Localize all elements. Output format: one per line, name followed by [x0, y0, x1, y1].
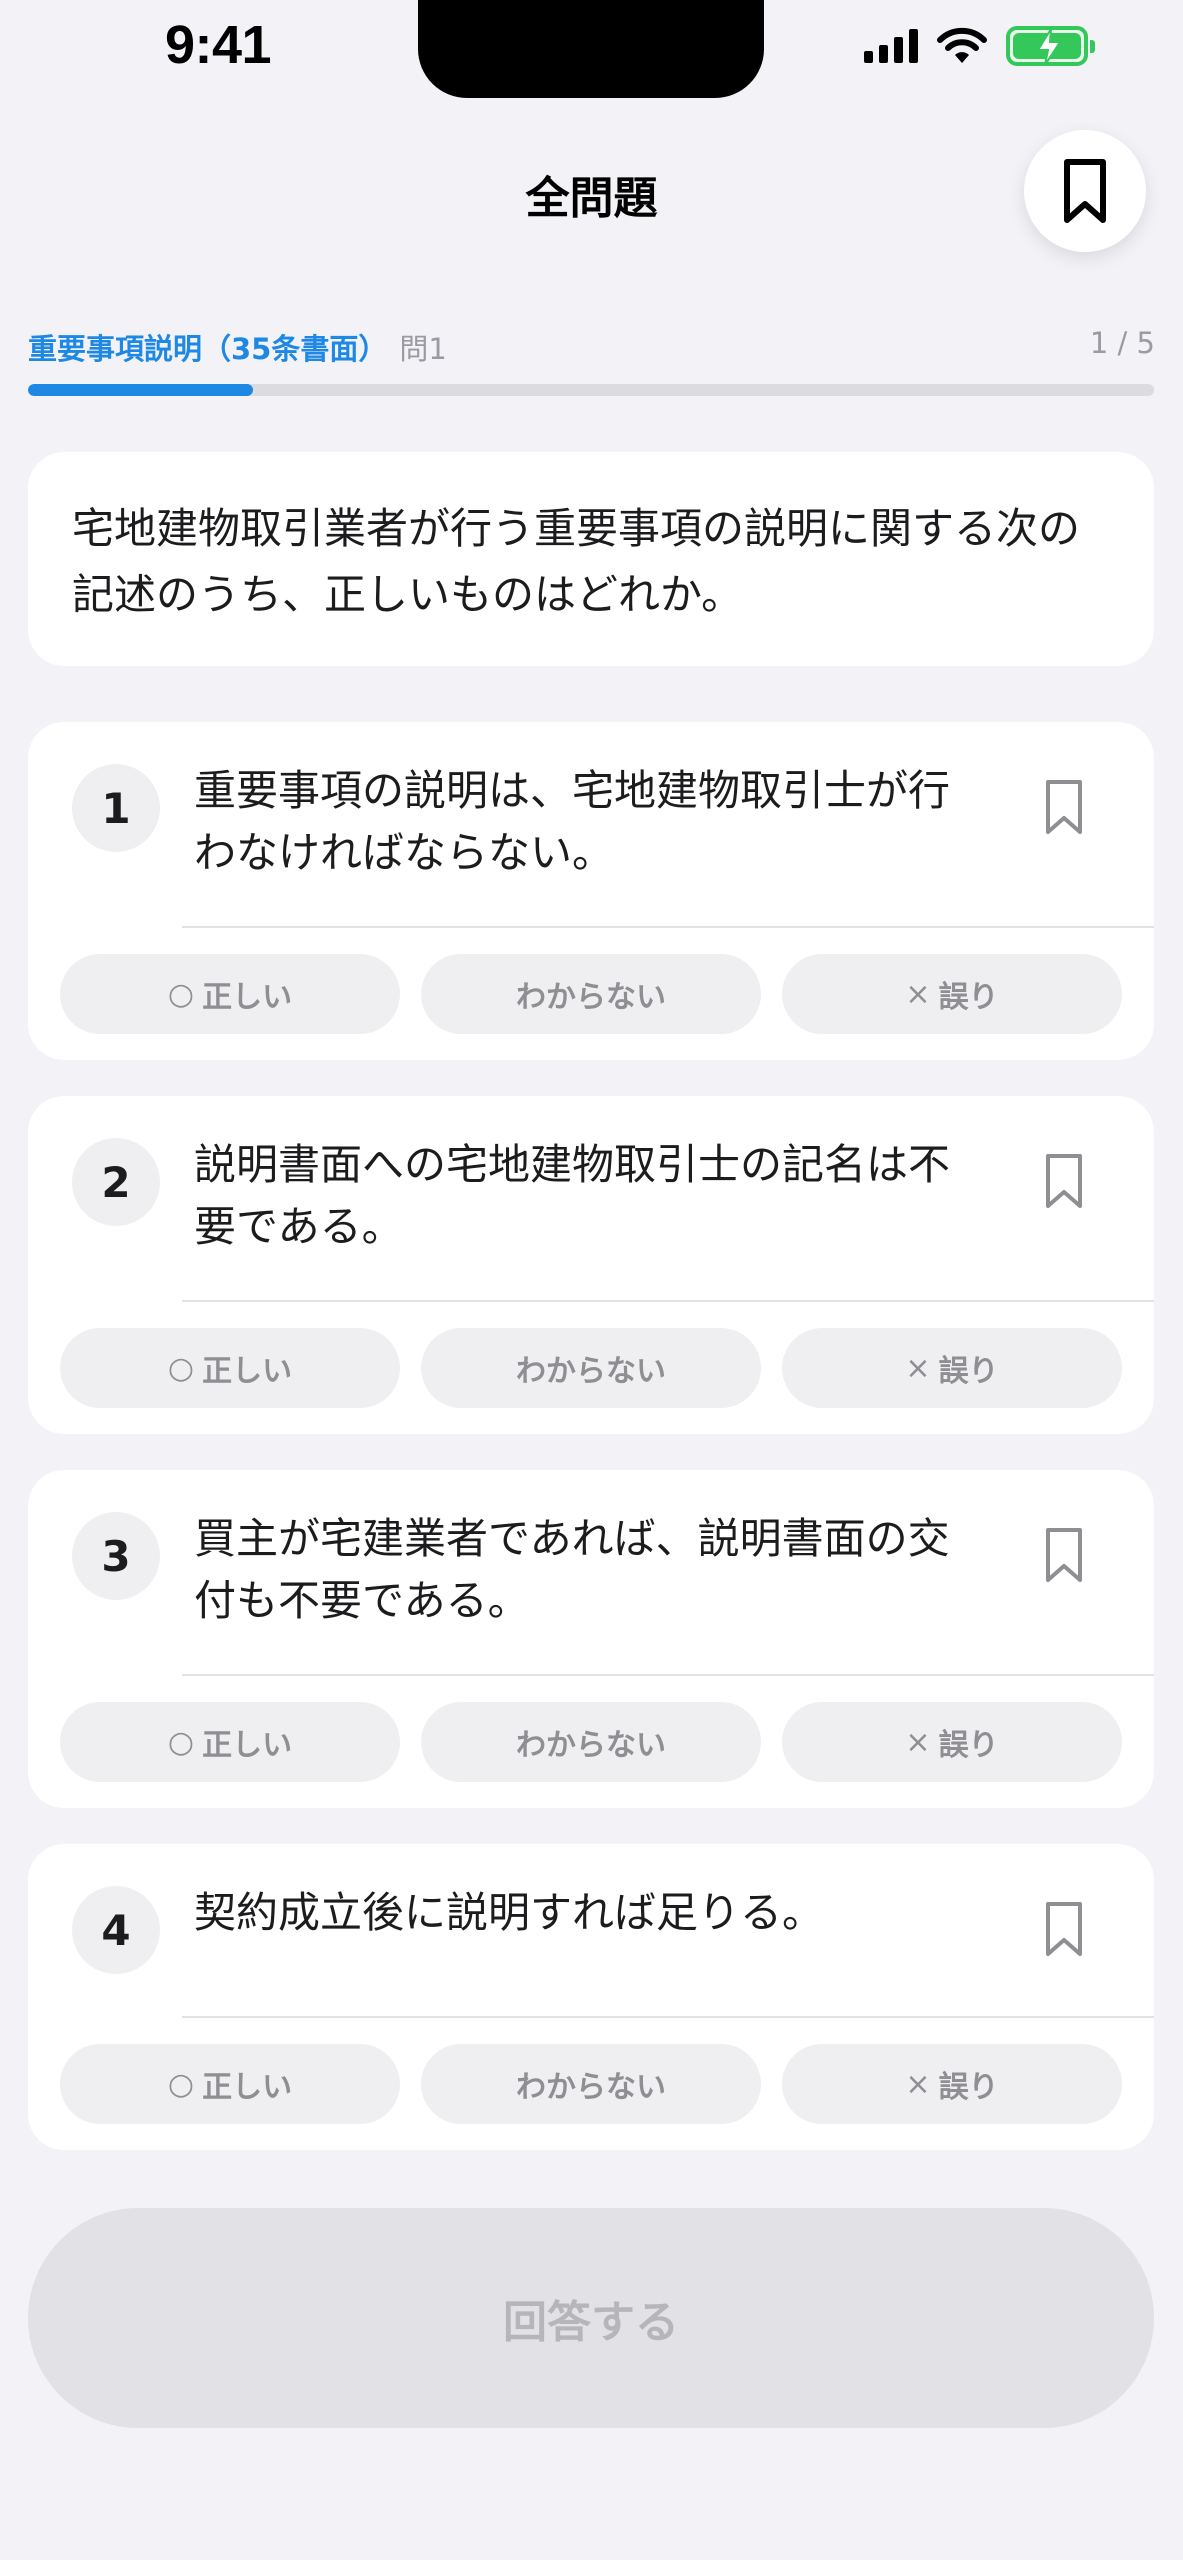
wifi-icon [937, 27, 987, 63]
progress-label: 重要事項説明（35条書面） 問1 [28, 326, 447, 368]
choice-card: 1 重要事項の説明は、宅地建物取引士が行わなければならない。 ○ 正しい わからな… [28, 722, 1154, 1060]
circle-icon: ○ [167, 1350, 195, 1386]
choice-card: 4 契約成立後に説明すれば足りる。 ○ 正しい わからない × 誤り [28, 1844, 1154, 2150]
answer-unknown-button[interactable]: わからない [421, 954, 761, 1034]
answer-row: ○ 正しい わからない × 誤り [60, 2044, 1122, 2124]
answer-correct-button[interactable]: ○ 正しい [60, 954, 400, 1034]
status-bar: 9:41 [0, 0, 1183, 100]
answer-wrong-button[interactable]: × 誤り [782, 1328, 1122, 1408]
choice-number: 3 [72, 1512, 160, 1600]
circle-icon: ○ [167, 1724, 195, 1760]
battery-charging-icon [1006, 26, 1095, 66]
divider [182, 926, 1154, 928]
bookmark-icon[interactable] [1044, 1900, 1084, 1958]
question-text: 宅地建物取引業者が行う重要事項の説明に関する次の記述のうち、正しいものはどれか。 [72, 504, 1081, 619]
choice-number: 4 [72, 1886, 160, 1974]
choice-card: 2 説明書面への宅地建物取引士の記名は不要である。 ○ 正しい わからない × 誤り [28, 1096, 1154, 1434]
bookmark-icon[interactable] [1044, 778, 1084, 836]
divider [182, 1674, 1154, 1676]
cross-icon: × [905, 1350, 931, 1386]
answer-wrong-button[interactable]: × 誤り [782, 1702, 1122, 1782]
cross-icon: × [905, 1724, 931, 1760]
choice-number: 1 [72, 764, 160, 852]
answer-unknown-button[interactable]: わからない [421, 1328, 761, 1408]
circle-icon: ○ [167, 976, 195, 1012]
answer-wrong-button[interactable]: × 誤り [782, 954, 1122, 1034]
divider [182, 1300, 1154, 1302]
progress-counter: 1 / 5 [1089, 326, 1155, 360]
choice-text: 重要事項の説明は、宅地建物取引士が行わなければならない。 [194, 766, 951, 877]
bookmark-icon[interactable] [1044, 1152, 1084, 1210]
cross-icon: × [905, 2066, 931, 2102]
answer-correct-button[interactable]: ○ 正しい [60, 2044, 400, 2124]
circle-icon: ○ [167, 2066, 195, 2102]
bookmark-icon [1064, 159, 1106, 223]
answer-row: ○ 正しい わからない × 誤り [60, 1328, 1122, 1408]
divider [182, 2016, 1154, 2018]
answer-correct-button[interactable]: ○ 正しい [60, 1702, 400, 1782]
progress-bar-fill [28, 384, 254, 396]
status-icons [864, 26, 1095, 66]
dynamic-island [418, 0, 764, 98]
answer-unknown-button[interactable]: わからない [421, 1702, 761, 1782]
choice-text: 説明書面への宅地建物取引士の記名は不要である。 [194, 1140, 951, 1251]
page-title: 全問題 [525, 173, 658, 224]
choice-text: 買主が宅建業者であれば、説明書面の交付も不要である。 [194, 1514, 950, 1625]
answer-row: ○ 正しい わからない × 誤り [60, 954, 1122, 1034]
topic-label: 重要事項説明（35条書面） [28, 332, 388, 366]
cross-icon: × [905, 976, 931, 1012]
choice-card: 3 買主が宅建業者であれば、説明書面の交付も不要である。 ○ 正しい わからない … [28, 1470, 1154, 1808]
cellular-signal-icon [864, 29, 918, 63]
submit-answer-button[interactable]: 回答する [28, 2208, 1154, 2428]
bookmark-icon[interactable] [1044, 1526, 1084, 1584]
answer-row: ○ 正しい わからない × 誤り [60, 1702, 1122, 1782]
question-card: 宅地建物取引業者が行う重要事項の説明に関する次の記述のうち、正しいものはどれか。 [28, 452, 1154, 666]
choice-text: 契約成立後に説明すれば足りる。 [194, 1888, 825, 1937]
answer-wrong-button[interactable]: × 誤り [782, 2044, 1122, 2124]
answer-correct-button[interactable]: ○ 正しい [60, 1328, 400, 1408]
answer-unknown-button[interactable]: わからない [421, 2044, 761, 2124]
question-number-label: 問1 [399, 332, 447, 366]
status-time: 9:41 [165, 15, 272, 75]
bookmark-list-button[interactable] [1024, 130, 1146, 252]
progress-bar [28, 384, 1154, 396]
choice-number: 2 [72, 1138, 160, 1226]
